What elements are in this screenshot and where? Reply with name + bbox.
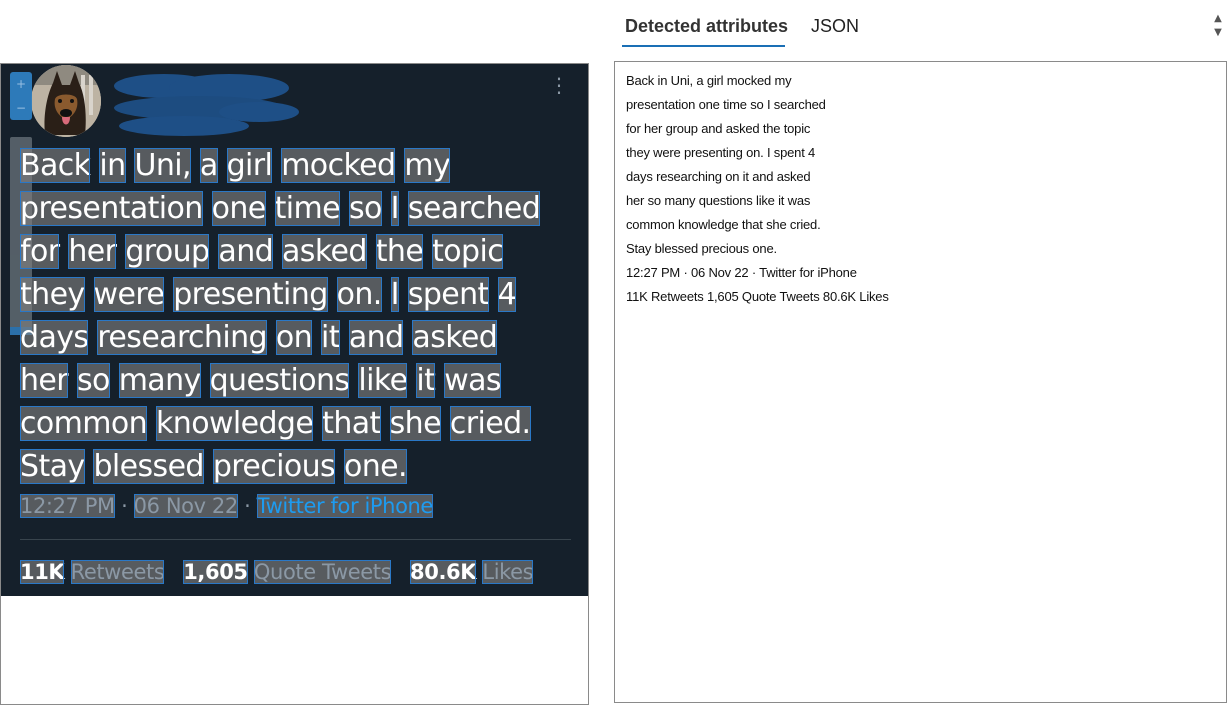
detected-word: 4 bbox=[497, 277, 517, 312]
detected-word: questions bbox=[209, 363, 350, 398]
meta-separator: · bbox=[121, 494, 128, 518]
divider bbox=[20, 539, 571, 540]
active-tab-indicator bbox=[622, 45, 785, 47]
detected-word: it bbox=[416, 363, 436, 398]
detected-word: Uni, bbox=[134, 148, 192, 183]
detected-word: time bbox=[274, 191, 341, 226]
detected-word: and bbox=[348, 320, 404, 355]
output-line: Back in Uni, a girl mocked my bbox=[626, 73, 792, 88]
detected-word: asked bbox=[412, 320, 498, 355]
tweet-meta: 12:27 PM · 06 Nov 22 · Twitter for iPhon… bbox=[20, 492, 433, 520]
output-line: presentation one time so I searched bbox=[626, 97, 826, 112]
detected-word: it bbox=[320, 320, 340, 355]
tweet-line: Back in Uni, a girl mocked my bbox=[20, 144, 570, 187]
output-line: 12:27 PM · 06 Nov 22 · Twitter for iPhon… bbox=[626, 265, 857, 280]
tweet-line: her so many questions like it was bbox=[20, 359, 570, 402]
detected-word: blessed bbox=[93, 449, 204, 484]
more-vertical-icon[interactable]: ⋮ bbox=[549, 72, 569, 98]
detected-word: were bbox=[93, 277, 165, 312]
detected-word: so bbox=[348, 191, 382, 226]
detected-word: she bbox=[389, 406, 442, 441]
detected-word: asked bbox=[282, 234, 367, 269]
detected-word: like bbox=[358, 363, 408, 398]
detected-word: researching bbox=[97, 320, 268, 355]
detected-word: a bbox=[199, 148, 218, 183]
detected-word: cried. bbox=[449, 406, 531, 441]
meta-separator: · bbox=[244, 494, 251, 518]
detected-word: for bbox=[20, 234, 60, 269]
tweet-line: Stay blessed precious one. bbox=[20, 445, 570, 488]
likes-label: Likes bbox=[482, 560, 534, 584]
tweet-line: for her group and asked the topic bbox=[20, 230, 570, 273]
output-line: they were presenting on. I spent 4 bbox=[626, 145, 816, 160]
avatar bbox=[31, 65, 101, 137]
retweets-count: 11K bbox=[20, 560, 65, 584]
detected-word: many bbox=[118, 363, 201, 398]
detected-word: group bbox=[125, 234, 210, 269]
detected-word: so bbox=[76, 363, 110, 398]
output-line: for her group and asked the topic bbox=[626, 121, 811, 136]
detected-word: one. bbox=[343, 449, 408, 484]
dog-avatar-image bbox=[31, 65, 101, 137]
detected-word: and bbox=[218, 234, 274, 269]
tweet-screenshot: ⋮ + − Back in Uni, a girl mocked my prese… bbox=[1, 64, 588, 596]
detected-word: was bbox=[444, 363, 502, 398]
detected-word: one bbox=[211, 191, 266, 226]
tab-json[interactable]: JSON bbox=[811, 16, 859, 37]
detected-word: I bbox=[390, 191, 400, 226]
likes-count: 80.6K bbox=[410, 560, 477, 584]
detected-word: presentation bbox=[20, 191, 203, 226]
detected-word: that bbox=[322, 406, 381, 441]
tweet-body: Back in Uni, a girl mocked my presentatio… bbox=[20, 144, 570, 488]
detected-word: my bbox=[404, 148, 451, 183]
zoom-in-icon[interactable]: + bbox=[10, 72, 32, 96]
detected-word: girl bbox=[226, 148, 273, 183]
detected-word: knowledge bbox=[156, 406, 314, 441]
redacted-username bbox=[114, 74, 299, 136]
zoom-out-icon[interactable]: − bbox=[10, 96, 32, 120]
output-line: common knowledge that she cried. bbox=[626, 217, 821, 232]
tweet-date: 06 Nov 22 bbox=[133, 494, 238, 518]
output-lines: Back in Uni, a girl mocked my presentatio… bbox=[626, 69, 889, 309]
detected-word: they bbox=[20, 277, 85, 312]
tweet-stats: 11K Retweets 1,605 Quote Tweets 80.6K Li… bbox=[20, 558, 534, 586]
output-line: days researching on it and asked bbox=[626, 169, 811, 184]
detected-word: on bbox=[275, 320, 313, 355]
scroll-up-icon[interactable]: ▲ bbox=[1210, 12, 1226, 26]
detected-word: the bbox=[375, 234, 424, 269]
detected-word: her bbox=[68, 234, 117, 269]
scroll-down-icon[interactable]: ▼ bbox=[1210, 26, 1226, 40]
tab-detected-attributes[interactable]: Detected attributes bbox=[625, 16, 788, 37]
quotes-label: Quote Tweets bbox=[253, 560, 392, 584]
tweet-source: Twitter for iPhone bbox=[256, 494, 433, 518]
tweet-line: they were presenting on. I spent 4 bbox=[20, 273, 570, 316]
tweet-line: common knowledge that she cried. bbox=[20, 402, 570, 445]
detected-word: presenting bbox=[173, 277, 328, 312]
detected-word: spent bbox=[407, 277, 489, 312]
quotes-count: 1,605 bbox=[183, 560, 248, 584]
detected-word: days bbox=[20, 320, 89, 355]
detected-word: Stay bbox=[20, 449, 85, 484]
detected-word: topic bbox=[432, 234, 504, 269]
tweet-time: 12:27 PM bbox=[20, 494, 115, 518]
detected-word: on. bbox=[336, 277, 382, 312]
detected-word: precious bbox=[212, 449, 336, 484]
retweets-label: Retweets bbox=[70, 560, 165, 584]
output-line: her so many questions like it was bbox=[626, 193, 811, 208]
detected-word: mocked bbox=[281, 148, 396, 183]
image-viewer[interactable]: ⋮ + − Back in Uni, a girl mocked my prese… bbox=[0, 63, 589, 705]
detected-word: searched bbox=[407, 191, 541, 226]
detected-word: her bbox=[20, 363, 69, 398]
tweet-line: days researching on it and asked bbox=[20, 316, 570, 359]
output-line: 11K Retweets 1,605 Quote Tweets 80.6K Li… bbox=[626, 289, 889, 304]
detected-word: I bbox=[390, 277, 399, 312]
panel-scroll-buttons[interactable]: ▲ ▼ bbox=[1210, 12, 1226, 44]
tweet-line: presentation one time so I searched bbox=[20, 187, 570, 230]
detected-text-output[interactable]: Back in Uni, a girl mocked my presentatio… bbox=[614, 61, 1227, 703]
output-line: Stay blessed precious one. bbox=[626, 241, 777, 256]
detected-word: in bbox=[99, 148, 126, 183]
detected-word: Back bbox=[20, 148, 91, 183]
detected-word: common bbox=[20, 406, 148, 441]
zoom-control[interactable]: + − bbox=[10, 72, 32, 120]
